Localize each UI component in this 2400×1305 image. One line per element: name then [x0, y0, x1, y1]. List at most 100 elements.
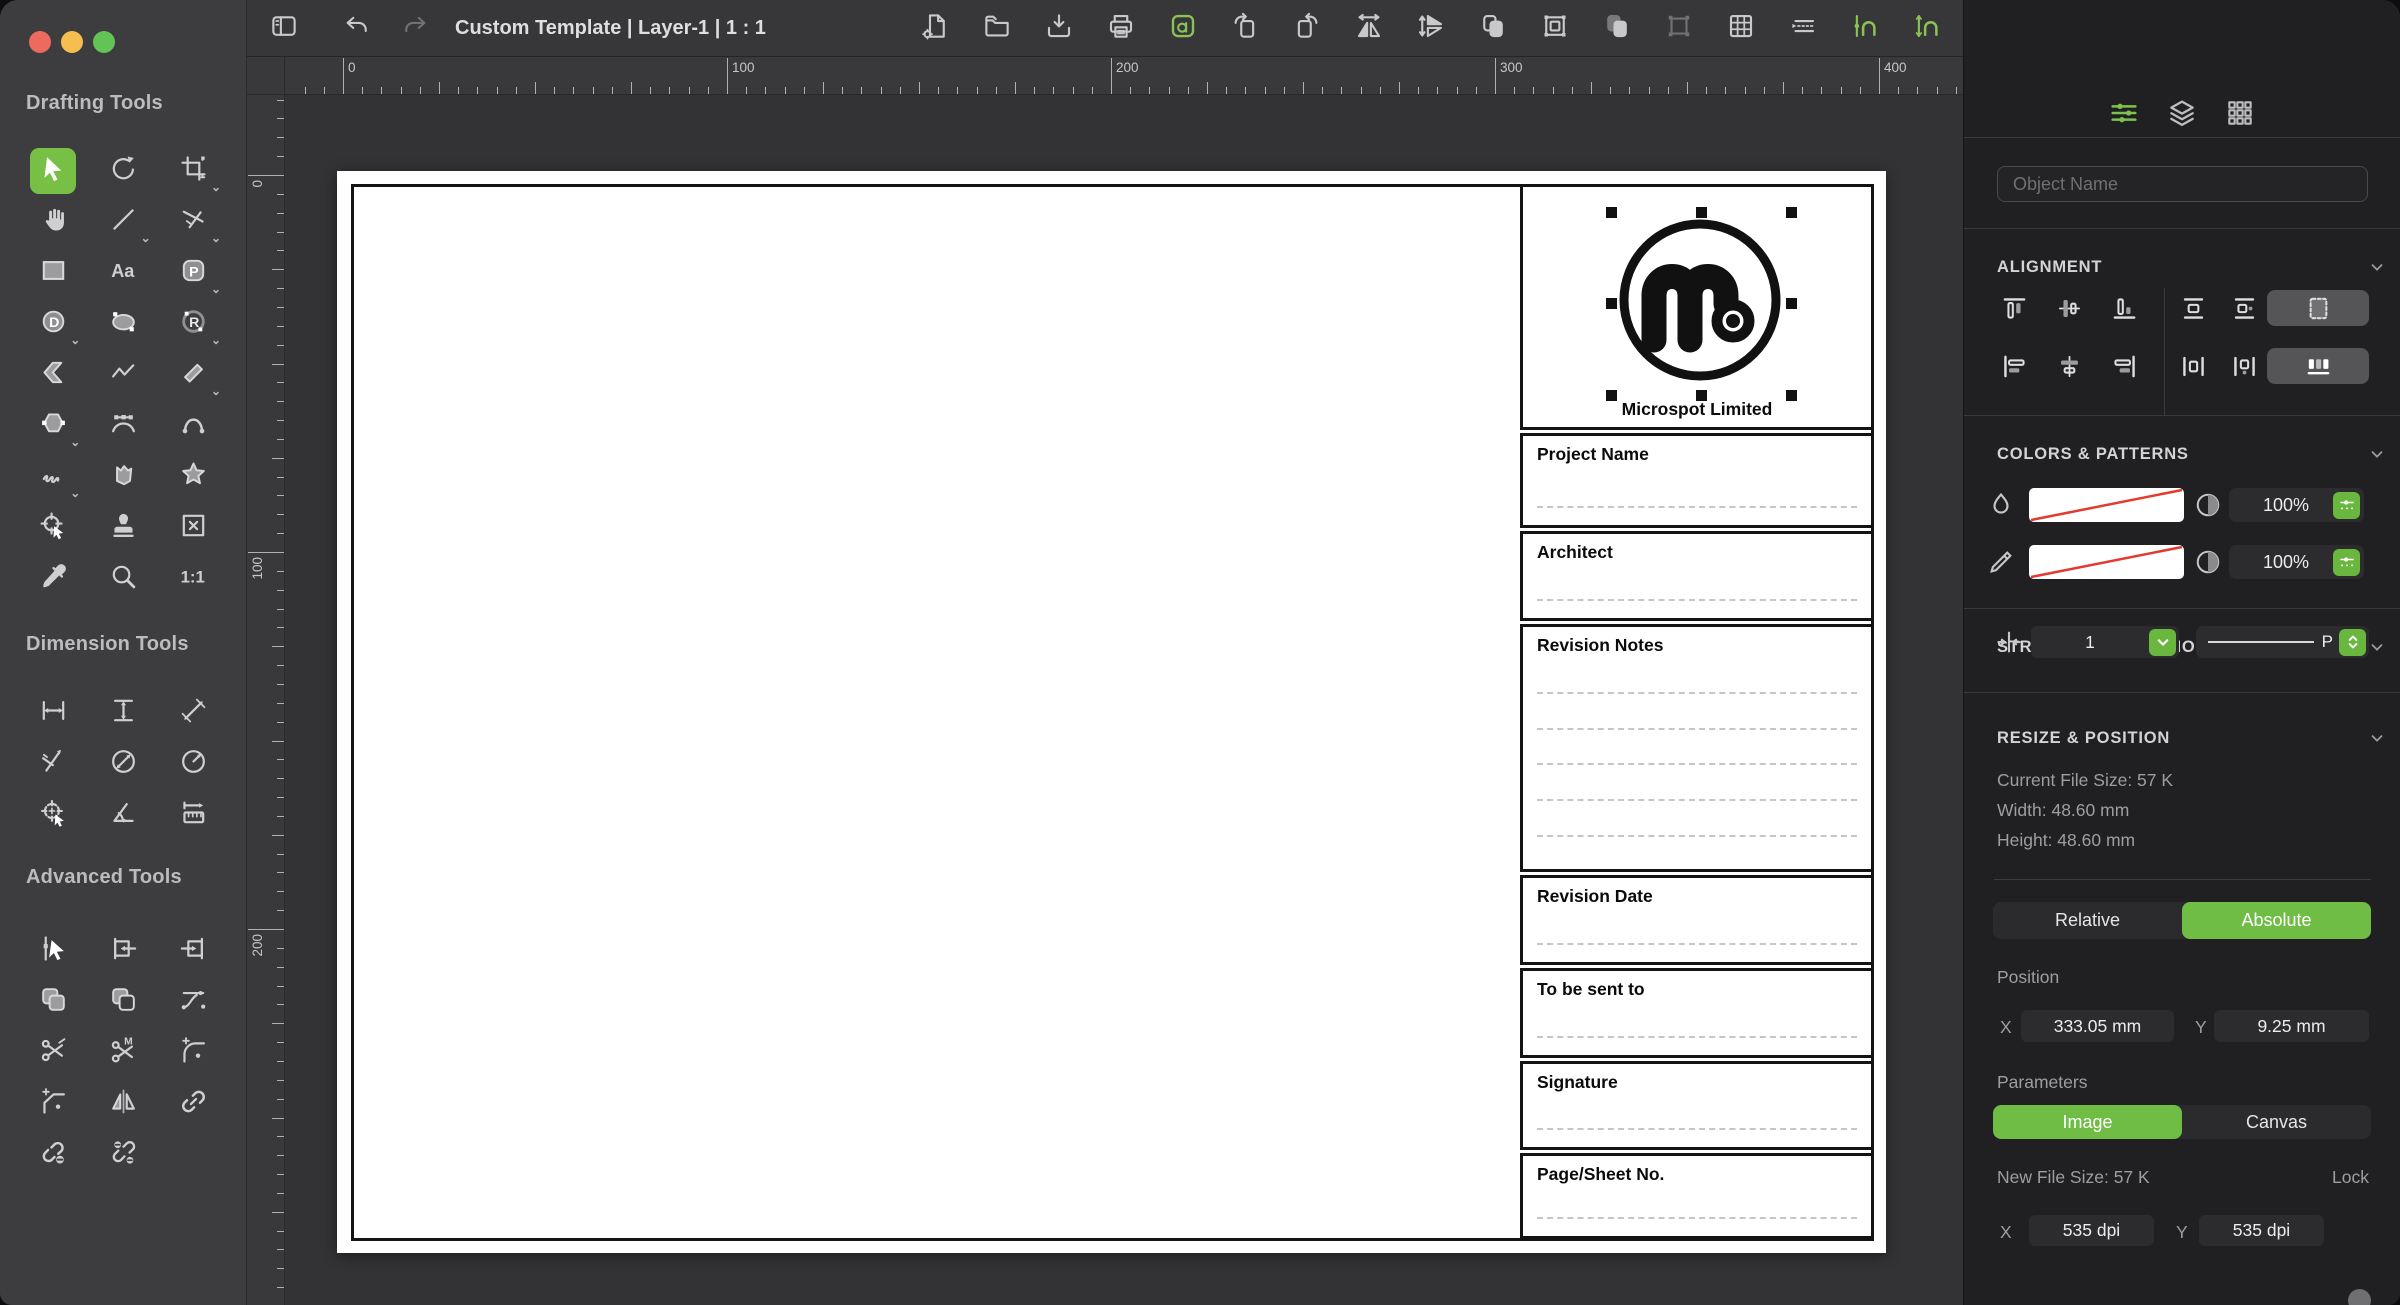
selection-handle[interactable]: [1606, 390, 1617, 401]
selection-handle[interactable]: [1786, 207, 1797, 218]
tab-library[interactable]: [2218, 95, 2262, 135]
tool-link[interactable]: [159, 1078, 229, 1129]
redo-button[interactable]: [398, 11, 432, 45]
line-style-field[interactable]: P: [2196, 626, 2369, 658]
copy-object-button[interactable]: [1600, 11, 1634, 45]
tool-extend-left[interactable]: [88, 925, 158, 976]
pen-opacity-field[interactable]: 100%: [2229, 545, 2364, 579]
align-top-button[interactable]: [1993, 289, 2035, 327]
tool-dim-center[interactable]: [18, 789, 88, 840]
space-horizontal-edge-button[interactable]: [2223, 347, 2265, 385]
align-left-button[interactable]: [1993, 347, 2035, 385]
open-folder-button[interactable]: [980, 11, 1014, 45]
tool-eyedropper[interactable]: [18, 553, 88, 604]
title-block-logo-cell[interactable]: Microspot Limited: [1520, 184, 1874, 430]
tool-zoom-tool[interactable]: [88, 553, 158, 604]
tool-rotate[interactable]: [88, 145, 158, 196]
relative-button[interactable]: Relative: [1993, 902, 2182, 939]
tool-multi-trim[interactable]: M: [88, 1027, 158, 1078]
align-right-button[interactable]: [2103, 347, 2145, 385]
tool-stamp[interactable]: [88, 502, 158, 553]
tool-freehand[interactable]: ⌄: [18, 451, 88, 502]
selection-handle[interactable]: [1606, 298, 1617, 309]
tool-text[interactable]: Aa: [88, 247, 158, 298]
dpi-x-field[interactable]: 535 dpi: [2029, 1215, 2154, 1246]
tool-parallel-shape[interactable]: P ⌄: [159, 247, 229, 298]
fill-color-swatch[interactable]: [2029, 488, 2184, 522]
distribute-objects-button[interactable]: [2267, 348, 2369, 384]
title-block-field-signature[interactable]: Signature: [1520, 1061, 1874, 1150]
stroke-width-field[interactable]: 1: [2031, 626, 2179, 658]
tool-chamfer[interactable]: [18, 1078, 88, 1129]
lock-label[interactable]: Lock: [2332, 1167, 2369, 1188]
tool-fillet[interactable]: [159, 1027, 229, 1078]
tool-trim[interactable]: [18, 1027, 88, 1078]
tool-chevron-shape[interactable]: [18, 349, 88, 400]
tool-r-shape[interactable]: R ⌄: [159, 298, 229, 349]
tool-dim-horizontal[interactable]: [18, 687, 88, 738]
pen-gradient-button[interactable]: [2333, 548, 2360, 576]
position-x-field[interactable]: 333.05 mm: [2021, 1010, 2174, 1042]
selection-handle[interactable]: [1786, 390, 1797, 401]
tool-thick-line[interactable]: ⌄: [159, 349, 229, 400]
tool-dim-diagonal[interactable]: [159, 687, 229, 738]
tool-dim-measure[interactable]: [159, 789, 229, 840]
break-dimension-button[interactable]: [1786, 11, 1820, 45]
minimize-window-button[interactable]: [61, 31, 83, 53]
fill-gradient-button[interactable]: [2333, 491, 2360, 519]
selection-handle[interactable]: [1696, 207, 1707, 218]
align-to-selection-button[interactable]: [2267, 290, 2369, 326]
undo-button[interactable]: [340, 11, 374, 45]
align-center-horizontal-button[interactable]: [2048, 347, 2090, 385]
tool-d-circle[interactable]: D ⌄: [18, 298, 88, 349]
object-name-input[interactable]: [1997, 166, 2368, 202]
image-button[interactable]: Image: [1993, 1105, 2182, 1139]
table-grid-button[interactable]: [1724, 11, 1758, 45]
line-style-stepper[interactable]: [2339, 628, 2366, 656]
stroke-width-dropdown[interactable]: [2149, 628, 2176, 656]
scroll-indicator[interactable]: [2348, 1289, 2371, 1305]
title-block-field-to-be-sent-to[interactable]: To be sent to: [1520, 968, 1874, 1058]
tool-dim-vertical[interactable]: [88, 687, 158, 738]
canvas-button[interactable]: Canvas: [2182, 1105, 2371, 1139]
selection-handle[interactable]: [1606, 207, 1617, 218]
pen-contrast-icon[interactable]: [2193, 547, 2223, 577]
tool-tangent-curve[interactable]: [159, 976, 229, 1027]
tool-ellipse[interactable]: [88, 298, 158, 349]
space-vertical-button[interactable]: [2172, 289, 2214, 327]
tool-rectangle[interactable]: [18, 247, 88, 298]
tool-pick-point[interactable]: [18, 502, 88, 553]
tool-angle-line[interactable]: ⌄: [159, 196, 229, 247]
chevron-down-icon[interactable]: [2368, 638, 2386, 656]
tab-layers[interactable]: [2160, 95, 2204, 135]
snap-vertical-button[interactable]: [1910, 11, 1944, 45]
tab-properties[interactable]: [2102, 95, 2146, 135]
group-button[interactable]: [1662, 11, 1696, 45]
rotate-left-button[interactable]: [1228, 11, 1262, 45]
fill-opacity-field[interactable]: 100%: [2229, 488, 2364, 522]
tool-polyline[interactable]: [88, 349, 158, 400]
tool-pan[interactable]: [18, 196, 88, 247]
tool-crop[interactable]: ⌄: [159, 145, 229, 196]
duplicate-button[interactable]: [1476, 11, 1510, 45]
title-block-field-revision-notes[interactable]: Revision Notes: [1520, 624, 1874, 872]
tool-bezier[interactable]: [88, 400, 158, 451]
chevron-down-icon[interactable]: [2368, 729, 2386, 747]
tool-arc[interactable]: [159, 400, 229, 451]
tool-unlink-all[interactable]: [88, 1129, 158, 1180]
align-bottom-button[interactable]: [2103, 289, 2145, 327]
tool-dim-perpendicular[interactable]: [18, 738, 88, 789]
position-y-field[interactable]: 9.25 mm: [2214, 1010, 2369, 1042]
space-horizontal-button[interactable]: [2172, 347, 2214, 385]
flip-vertical-button[interactable]: [1414, 11, 1448, 45]
space-vertical-edge-button[interactable]: [2223, 289, 2265, 327]
title-block-field-revision-date[interactable]: Revision Date: [1520, 875, 1874, 965]
tool-polygon[interactable]: ⌄: [18, 400, 88, 451]
chevron-down-icon[interactable]: [2368, 258, 2386, 276]
tool-edit-points[interactable]: [18, 925, 88, 976]
title-block-field-project-name[interactable]: Project Name: [1520, 433, 1874, 528]
flip-horizontal-button[interactable]: [1352, 11, 1386, 45]
import-file-button[interactable]: [1042, 11, 1076, 45]
tool-extend-right[interactable]: [159, 925, 229, 976]
tool-dim-angle[interactable]: [88, 789, 158, 840]
